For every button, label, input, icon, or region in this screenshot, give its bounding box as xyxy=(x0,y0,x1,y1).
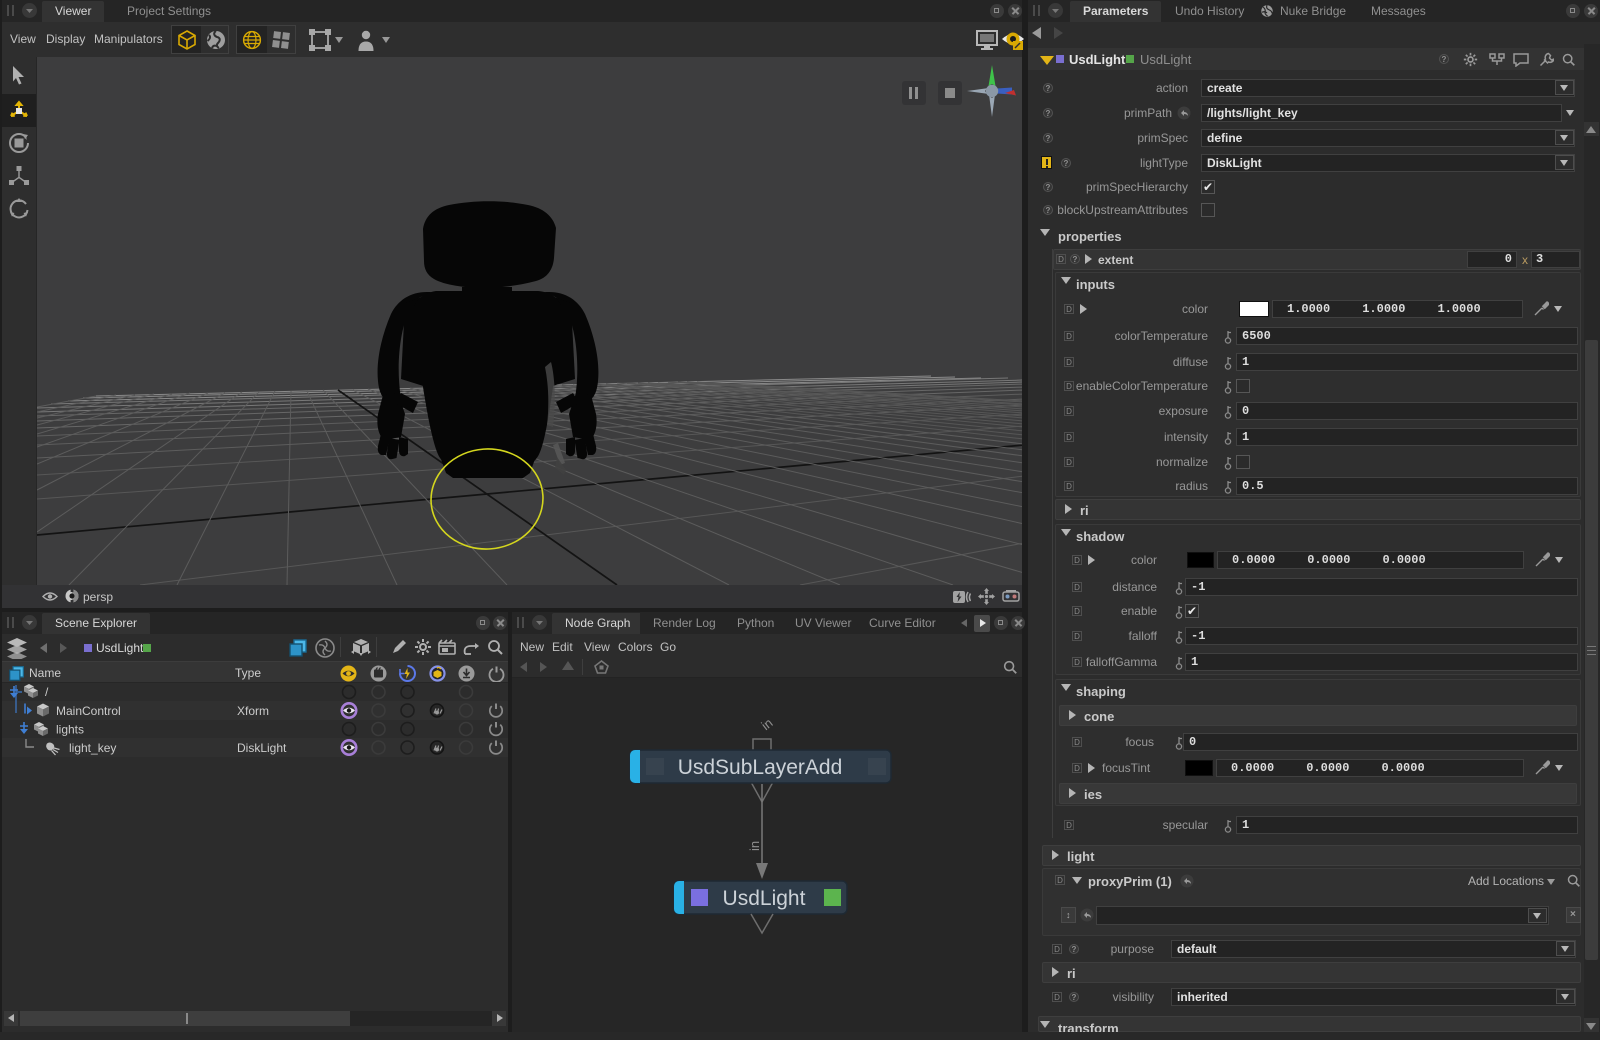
svg-text:UsdSubLayerAdd: UsdSubLayerAdd xyxy=(678,756,843,779)
svg-text:in: in xyxy=(758,715,775,733)
svg-text:light_key: light_key xyxy=(69,741,116,755)
svg-text:in: in xyxy=(747,841,762,851)
svg-text:/: / xyxy=(45,685,49,699)
svg-text:Xform: Xform xyxy=(237,704,269,718)
svg-text:lights: lights xyxy=(56,723,84,737)
svg-text:DiskLight: DiskLight xyxy=(237,741,287,755)
svg-text:MainControl: MainControl xyxy=(56,704,121,718)
svg-text:UsdLight: UsdLight xyxy=(723,887,806,910)
